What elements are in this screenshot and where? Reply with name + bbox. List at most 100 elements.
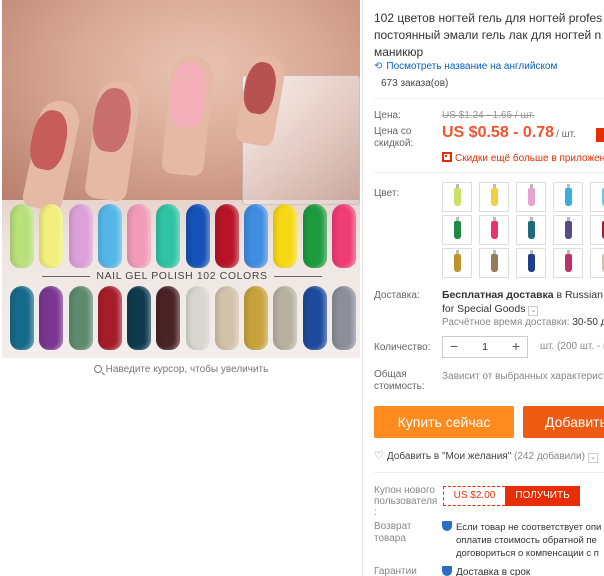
color-option[interactable] [516, 215, 546, 245]
delivery-estimate-value: 30-50 д [569, 317, 604, 328]
color-option[interactable] [590, 215, 604, 245]
color-option[interactable] [479, 182, 509, 212]
nail-tip-swatch [302, 204, 327, 268]
color-option[interactable] [442, 215, 472, 245]
discount-badge [596, 128, 604, 142]
delivery-estimate-label: Расчётное время доставки: [442, 317, 570, 328]
quantity-input[interactable]: 1 [465, 341, 505, 353]
shipping-line2: for Special Goods [442, 303, 526, 315]
delivery-estimate: Расчётное время доставки: 30-50 д [442, 317, 604, 328]
color-option[interactable] [553, 215, 583, 245]
color-option[interactable] [516, 182, 546, 212]
nail-tip-swatch [10, 204, 34, 268]
decrease-button[interactable]: − [443, 337, 465, 357]
nail-tip-swatch [156, 204, 181, 268]
color-option[interactable] [553, 182, 583, 212]
translate-icon: ⟲ [374, 61, 383, 72]
nail-tip-swatch [273, 204, 298, 268]
zoom-hint: Наведите курсор, чтобы увеличить [0, 364, 362, 375]
nail-tip-swatch [97, 204, 122, 268]
color-option[interactable] [516, 248, 546, 278]
price-label: Цена: [374, 110, 401, 121]
add-to-wishlist[interactable]: ♡ Добавить в "Мои желания" (242 добавили)… [374, 449, 598, 463]
polish-bottle-icon [453, 184, 461, 206]
discount-price: US $0.58 - 0.78/ шт. [442, 124, 576, 142]
nail-tip-swatch [214, 204, 239, 268]
nail-tip-swatch [156, 286, 181, 350]
returns-policy: Если товар не соответствует опи оплатив … [442, 521, 604, 560]
color-option[interactable] [442, 248, 472, 278]
shipping-destination: в Russian Fe [556, 289, 604, 301]
returns-line: оплатив стоимость обратной пе [456, 535, 597, 546]
product-main-image[interactable]: NAIL GEL POLISH 102 COLORS [2, 0, 360, 358]
color-option[interactable] [479, 248, 509, 278]
nail-tip-swatch [97, 286, 122, 350]
shipping-free: Бесплатная доставка [442, 289, 554, 301]
stock-note: шт. (200 шт. - всего д [540, 341, 604, 352]
color-option[interactable] [442, 182, 472, 212]
coupon-label: Купон нового пользователя : [374, 485, 438, 518]
polish-bottle-icon [527, 217, 535, 239]
polish-bottle-icon [453, 250, 461, 272]
polish-bottle-icon [490, 184, 498, 206]
chevron-down-icon[interactable]: ⌄ [528, 306, 539, 316]
wishlist-label: Добавить в "Мои желания" [386, 451, 512, 462]
polish-bottle-icon [564, 217, 572, 239]
old-price: US $1.24 - 1.65 / шт. [442, 110, 535, 121]
divider [374, 472, 604, 473]
color-label: Цвет: [374, 188, 400, 199]
nail-tip-swatch [302, 286, 327, 350]
discount-price-label: Цена со скидкой: [374, 126, 413, 150]
coupon-value: US $2.00 [443, 486, 505, 506]
nail-tip-swatch [244, 204, 269, 268]
total-label: Общая стоимость: [374, 369, 425, 393]
get-coupon-button[interactable]: ПОЛУЧИТЬ [505, 486, 580, 506]
nail-tip-swatch [214, 286, 239, 350]
color-swatches [442, 182, 604, 278]
buy-now-button[interactable]: Купить сейчас [374, 406, 514, 438]
shipping-method[interactable]: Бесплатная доставка в Russian Fe for Spe… [442, 288, 604, 316]
divider [374, 98, 604, 99]
polish-bottle-icon [453, 217, 461, 239]
guarantee-label: Гарантии [374, 566, 417, 576]
discount-label-line: Цена со [374, 126, 412, 137]
nail-tip-swatch [185, 286, 210, 350]
nail-tip-swatch [127, 204, 152, 268]
translate-link[interactable]: ⟲ Посмотреть название на английском [374, 61, 557, 72]
color-option[interactable] [590, 182, 604, 212]
nail-tip-swatch [244, 286, 269, 350]
app-promo-text: Скидки ещё больше в приложен [455, 153, 604, 164]
magnifier-icon [93, 365, 102, 373]
color-option[interactable] [553, 248, 583, 278]
price-unit: / шт. [556, 129, 576, 140]
image-banner-text: NAIL GEL POLISH 102 COLORS [32, 270, 332, 282]
polish-bottle-icon [564, 250, 572, 272]
chevron-down-icon[interactable]: ⌄ [587, 453, 598, 463]
color-option[interactable] [479, 215, 509, 245]
nail-tip-swatch [68, 286, 93, 350]
increase-button[interactable]: + [505, 337, 527, 357]
wishlist-count: (242 добавили) [514, 451, 585, 462]
nail-tip-swatch [331, 204, 356, 268]
nail-tip-swatch [331, 286, 356, 350]
polish-bottle-icon [527, 250, 535, 272]
title-line: 102 цветов ногтей гель для ногтей profes [374, 11, 603, 25]
total-label-line: Общая [374, 369, 407, 380]
new-user-coupon: US $2.00 ПОЛУЧИТЬ [443, 486, 580, 506]
shield-icon [442, 566, 452, 576]
column-divider [362, 0, 363, 576]
color-tips-row-1 [10, 204, 356, 268]
app-promo-link[interactable]: Скидки ещё больше в приложен [442, 152, 604, 164]
heart-icon: ♡ [374, 450, 384, 462]
qr-code-icon [442, 152, 452, 162]
total-label-line: стоимость: [374, 381, 425, 392]
discount-price-value: US $0.58 - 0.78 [442, 124, 555, 141]
add-to-cart-button[interactable]: Добавить [523, 406, 604, 438]
nail-tip-swatch [10, 286, 34, 350]
color-option[interactable] [590, 248, 604, 278]
shipping-label: Доставка: [374, 290, 420, 301]
returns-line: Если товар не соответствует опи [456, 522, 602, 533]
nail-tip-swatch [68, 204, 93, 268]
polish-bottle-icon [490, 250, 498, 272]
color-tips-row-2 [10, 286, 356, 350]
